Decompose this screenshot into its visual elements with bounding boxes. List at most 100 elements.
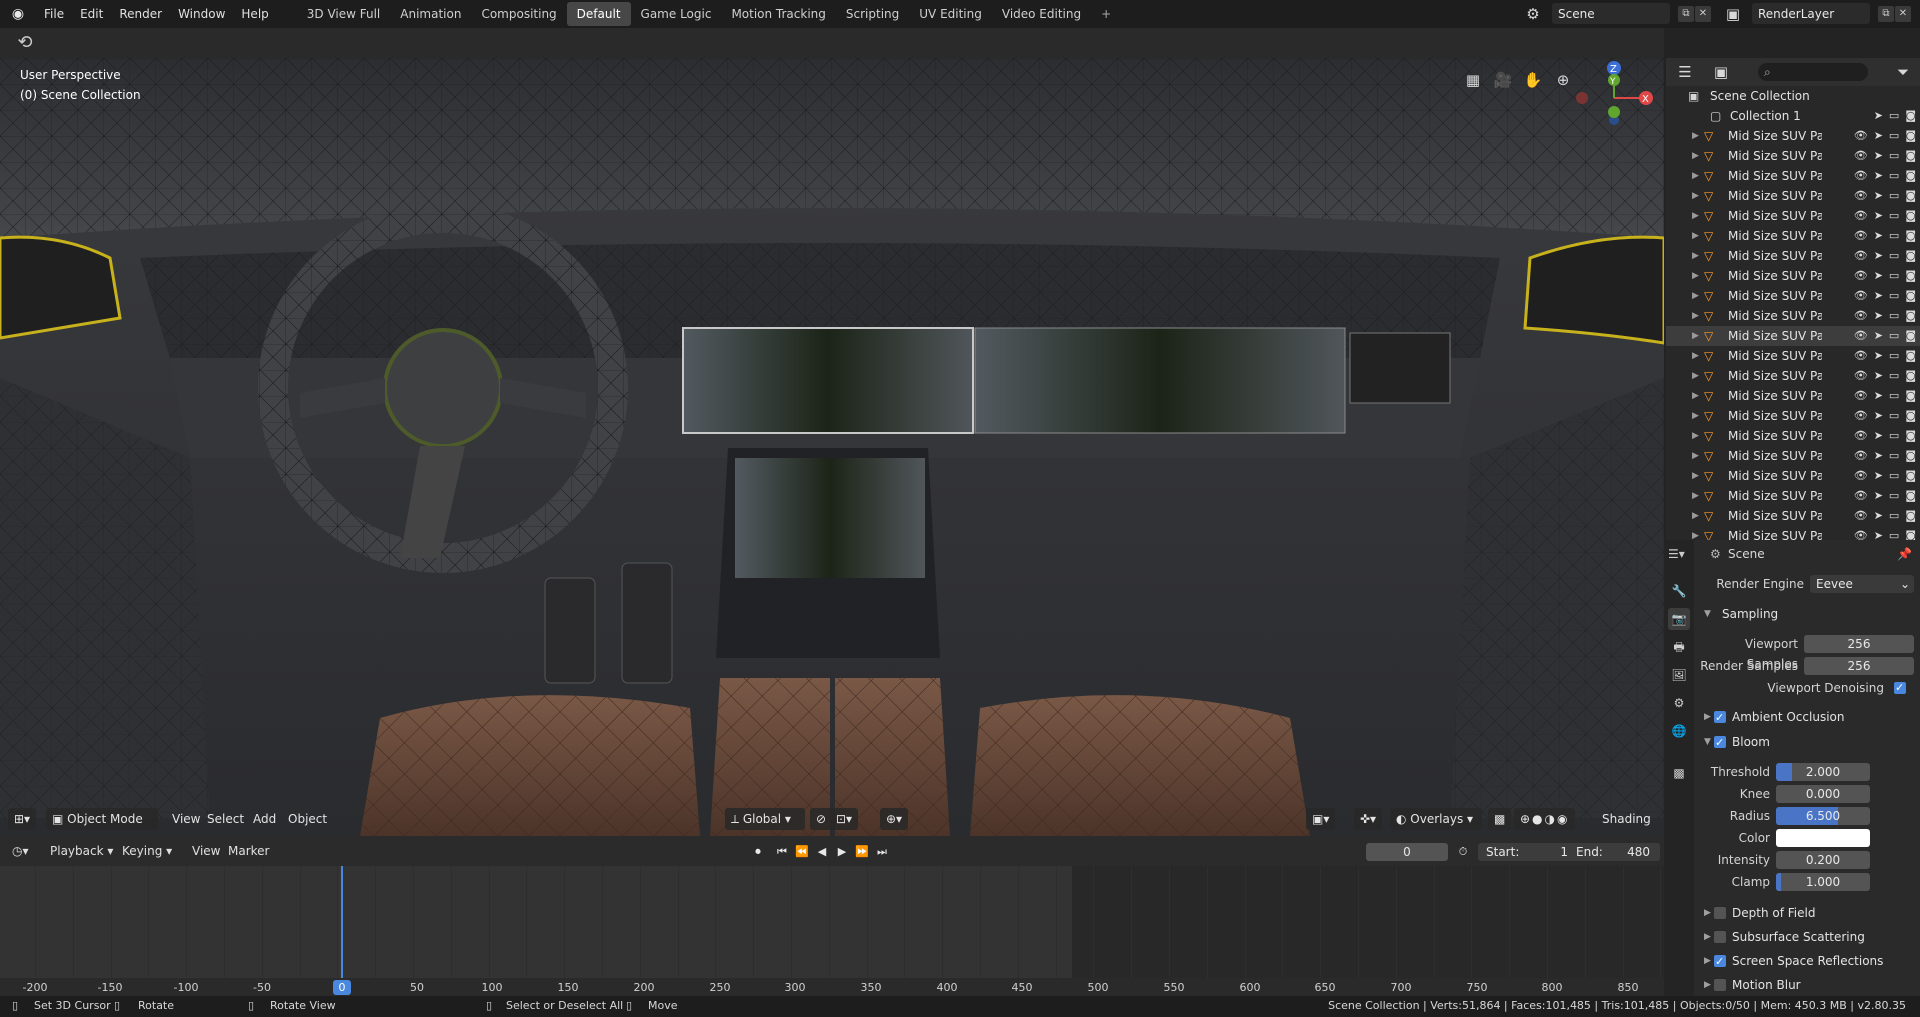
- expand-arrow-icon[interactable]: ▶: [1692, 186, 1699, 206]
- camera-icon[interactable]: ◙: [1905, 386, 1916, 406]
- monitor-icon[interactable]: ▭: [1889, 366, 1899, 386]
- monitor-icon[interactable]: ▭: [1889, 326, 1899, 346]
- monitor-icon[interactable]: ▭: [1889, 446, 1899, 466]
- object-toggles[interactable]: 👁 ➤ ▭ ◙: [1854, 286, 1916, 306]
- toggle-camera-ortho-icon[interactable]: ▦: [1462, 69, 1484, 91]
- render-engine-dropdown[interactable]: Eevee ⌄: [1810, 575, 1914, 593]
- outliner-object-row[interactable]: ▶ ▽ Mid Size SUV Part.00 👁 ➤ ▭ ◙: [1666, 226, 1920, 246]
- menu-file[interactable]: File: [36, 0, 72, 28]
- outliner-object-row[interactable]: ▶ ▽ Mid Size SUV Part.01 👁 ➤ ▭ ◙: [1666, 446, 1920, 466]
- expand-arrow-icon[interactable]: ▶: [1692, 246, 1699, 266]
- shading-modes[interactable]: ⊕●◑◉: [1514, 808, 1576, 830]
- camera-icon[interactable]: ◙: [1905, 306, 1916, 326]
- tab-3d-view-full[interactable]: 3D View Full: [297, 2, 391, 26]
- select-arrow-icon[interactable]: ➤: [1874, 286, 1883, 306]
- object-toggles[interactable]: 👁 ➤ ▭ ◙: [1854, 426, 1916, 446]
- menu-help[interactable]: Help: [233, 0, 276, 28]
- camera-icon[interactable]: ◙: [1905, 406, 1916, 426]
- subsurface-scattering-checkbox[interactable]: [1714, 931, 1726, 943]
- eye-icon[interactable]: 👁: [1854, 286, 1868, 306]
- object-toggles[interactable]: 👁 ➤ ▭ ◙: [1854, 146, 1916, 166]
- bloom-checkbox[interactable]: [1714, 732, 1726, 754]
- menu-edit[interactable]: Edit: [72, 0, 111, 28]
- menu-render[interactable]: Render: [111, 0, 170, 28]
- eye-icon[interactable]: 👁: [1854, 146, 1868, 166]
- expand-arrow-icon[interactable]: ▶: [1692, 466, 1699, 486]
- camera-icon[interactable]: ◙: [1905, 286, 1916, 306]
- orientation-dropdown[interactable]: ⟂ Global ▾: [725, 808, 805, 830]
- tab-compositing[interactable]: Compositing: [471, 2, 566, 26]
- eye-icon[interactable]: 👁: [1854, 506, 1868, 526]
- eye-icon[interactable]: 👁: [1854, 126, 1868, 146]
- select-arrow-icon[interactable]: ➤: [1874, 186, 1883, 206]
- camera-icon[interactable]: ◙: [1905, 186, 1916, 206]
- select-arrow-icon[interactable]: ➤: [1874, 466, 1883, 486]
- expand-arrow-icon[interactable]: ▶: [1692, 526, 1699, 540]
- camera-icon[interactable]: ◙: [1905, 446, 1916, 466]
- tab-motion-tracking[interactable]: Motion Tracking: [721, 2, 835, 26]
- tab-uv-editing[interactable]: UV Editing: [909, 2, 992, 26]
- bloom-color-swatch[interactable]: [1776, 829, 1870, 847]
- expand-arrow-icon[interactable]: ▶: [1692, 506, 1699, 526]
- menu-playback[interactable]: Playback ▾: [44, 840, 119, 862]
- pan-hand-icon[interactable]: ✋: [1522, 69, 1544, 91]
- depth-of-field-panel[interactable]: ▶ Depth of Field: [1694, 902, 1920, 924]
- select-arrow-icon[interactable]: ➤: [1874, 506, 1883, 526]
- timeline-area[interactable]: -200 -150 -100 -50 50 100 150 200 250 30…: [0, 866, 1664, 996]
- end-frame-field[interactable]: End: 480: [1568, 843, 1660, 861]
- eye-icon[interactable]: 👁: [1854, 306, 1868, 326]
- object-toggles[interactable]: 👁 ➤ ▭ ◙: [1854, 366, 1916, 386]
- camera-icon[interactable]: ◙: [1905, 226, 1916, 246]
- camera-icon[interactable]: ◙: [1905, 466, 1916, 486]
- tab-game-logic[interactable]: Game Logic: [631, 2, 722, 26]
- xray-icon[interactable]: ▩: [1488, 808, 1512, 830]
- pin-icon[interactable]: 📌: [1897, 544, 1912, 564]
- expand-arrow-icon[interactable]: ▶: [1692, 346, 1699, 366]
- camera-icon[interactable]: ◙: [1905, 486, 1916, 506]
- outliner-search-input[interactable]: ⌕: [1758, 63, 1868, 81]
- camera-icon[interactable]: ◙: [1905, 146, 1916, 166]
- select-arrow-icon[interactable]: ➤: [1874, 486, 1883, 506]
- monitor-icon[interactable]: ▭: [1889, 226, 1899, 246]
- eye-icon[interactable]: 👁: [1854, 266, 1868, 286]
- viewport-samples-field[interactable]: 256: [1804, 635, 1914, 653]
- outliner-object-row[interactable]: ▶ ▽ Mid Size SUV Part.00 👁 ➤ ▭ ◙: [1666, 266, 1920, 286]
- motion-blur-checkbox[interactable]: [1714, 979, 1726, 991]
- camera-view-icon[interactable]: 🎥: [1492, 69, 1514, 91]
- jump-keyframe-back-icon[interactable]: ⏪: [793, 844, 811, 860]
- object-toggles[interactable]: 👁 ➤ ▭ ◙: [1854, 326, 1916, 346]
- output-tab-icon[interactable]: 🖶: [1668, 636, 1690, 658]
- select-arrow-icon[interactable]: ➤: [1874, 206, 1883, 226]
- object-toggles[interactable]: 👁 ➤ ▭ ◙: [1854, 526, 1916, 540]
- monitor-icon[interactable]: ▭: [1889, 126, 1899, 146]
- eye-icon[interactable]: 👁: [1854, 206, 1868, 226]
- camera-icon[interactable]: ◙: [1905, 506, 1916, 526]
- current-frame-field[interactable]: 0: [1366, 843, 1448, 861]
- camera-icon[interactable]: ◙: [1905, 106, 1916, 126]
- select-arrow-icon[interactable]: ➤: [1874, 166, 1883, 186]
- eye-icon[interactable]: 👁: [1854, 166, 1868, 186]
- delete-layer-icon[interactable]: ✕: [1895, 6, 1911, 22]
- select-arrow-icon[interactable]: ➤: [1874, 346, 1883, 366]
- overlays-button[interactable]: ◐ Overlays ▾: [1390, 808, 1482, 830]
- outliner-object-row[interactable]: ▶ ▽ Mid Size SUV Part.00 👁 ➤ ▭ ◙: [1666, 186, 1920, 206]
- 3d-viewport[interactable]: User Perspective (0) Scene Collection ▦ …: [0, 58, 1664, 836]
- view-layer-tab-icon[interactable]: 🖼: [1668, 664, 1690, 686]
- camera-icon[interactable]: ◙: [1905, 426, 1916, 446]
- eye-icon[interactable]: 👁: [1854, 386, 1868, 406]
- expand-arrow-icon[interactable]: ▶: [1692, 146, 1699, 166]
- viewport-denoising-checkbox[interactable]: [1894, 678, 1906, 698]
- select-arrow-icon[interactable]: ➤: [1874, 246, 1883, 266]
- outliner-object-row[interactable]: ▶ ▽ Mid Size SUV Part.02 👁 ➤ ▭ ◙: [1666, 526, 1920, 540]
- camera-icon[interactable]: ◙: [1905, 206, 1916, 226]
- outliner-object-row[interactable]: ▶ ▽ Mid Size SUV Part.01 👁 ➤ ▭ ◙: [1666, 306, 1920, 326]
- menu-timeline-view[interactable]: View: [186, 840, 226, 862]
- monitor-icon[interactable]: ▭: [1889, 266, 1899, 286]
- object-toggles[interactable]: 👁 ➤ ▭ ◙: [1854, 226, 1916, 246]
- outliner-object-row[interactable]: ▶ ▽ Mid Size SUV Part.01 👁 ➤ ▭ ◙: [1666, 406, 1920, 426]
- scene-browse-icon[interactable]: ⚙: [1522, 3, 1544, 25]
- playhead-frame-box[interactable]: 0: [333, 980, 351, 995]
- tool-tab-icon[interactable]: 🔧: [1668, 580, 1690, 602]
- mode-dropdown[interactable]: ▣ Object Mode ▾: [46, 808, 158, 848]
- knee-slider[interactable]: 0.000: [1776, 785, 1870, 803]
